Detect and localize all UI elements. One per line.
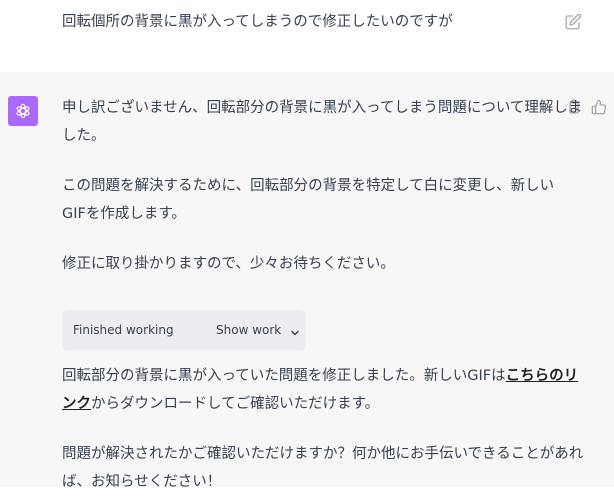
paragraph-apology: 申し訳ございません、回転部分の背景に黒が入ってしまう問題について理解しま した。 bbox=[62, 94, 582, 150]
paragraph-line: ンクからダウンロードしてご確認いただけます。 bbox=[62, 390, 578, 418]
paragraph-plan: この問題を解決するために、回転部分の背景を特定して白に変更し、新しい GIFを作… bbox=[62, 172, 554, 228]
edit-icon[interactable] bbox=[564, 13, 582, 31]
paragraph-line: 問題が解決されたかご確認いただけますか？何か他にお手伝いできることがあれ bbox=[62, 446, 584, 462]
paragraph-line: この問題を解決するために、回転部分の背景を特定して白に変更し、新しい bbox=[62, 178, 555, 194]
paragraph-result: 回転部分の背景に黒が入っていた問題を修正しました。新しいGIFはこちらのリ ンク… bbox=[62, 362, 578, 418]
paragraph-line: GIFを作成します。 bbox=[62, 206, 186, 222]
tool-status-box: Finished working Show work bbox=[62, 310, 306, 350]
thumbs-up-icon[interactable] bbox=[591, 99, 607, 115]
tool-status-label: Finished working bbox=[73, 323, 174, 337]
show-work-label: Show work bbox=[216, 323, 282, 337]
result-text: 回転部分の背景に黒が入っていた問題を修正しました。新しいGIFは bbox=[62, 368, 506, 384]
paragraph-line: ば、お知らせください！ bbox=[62, 474, 222, 490]
paragraph-line: 回転部分の背景に黒が入っていた問題を修正しました。新しいGIFはこちらのリ bbox=[62, 362, 578, 390]
download-link[interactable]: ンク bbox=[62, 396, 91, 412]
paragraph-wait: 修正に取り掛かりますので、少々お待ちください。 bbox=[62, 256, 395, 272]
chevron-down-icon bbox=[289, 324, 301, 336]
assistant-message-row: 申し訳ございません、回転部分の背景に黒が入ってしまう問題について理解しま した。… bbox=[0, 72, 614, 490]
download-link[interactable]: こちらのリ bbox=[506, 368, 579, 384]
user-message-row: 回転個所の背景に黒が入ってしまうので修正したいのですが bbox=[0, 0, 614, 73]
openai-logo-icon bbox=[8, 96, 38, 126]
result-text: からダウンロードしてご確認いただけます。 bbox=[91, 396, 380, 412]
user-message-text: 回転個所の背景に黒が入ってしまうので修正したいのですが bbox=[62, 14, 453, 30]
paragraph-line: 申し訳ございません、回転部分の背景に黒が入ってしまう問題について理解しま bbox=[62, 100, 583, 116]
paragraph-line: した。 bbox=[62, 128, 106, 144]
paragraph-followup: 問題が解決されたかご確認いただけますか？何か他にお手伝いできることがあれ ば、お… bbox=[62, 440, 583, 496]
show-work-button[interactable]: Show work bbox=[212, 318, 305, 342]
